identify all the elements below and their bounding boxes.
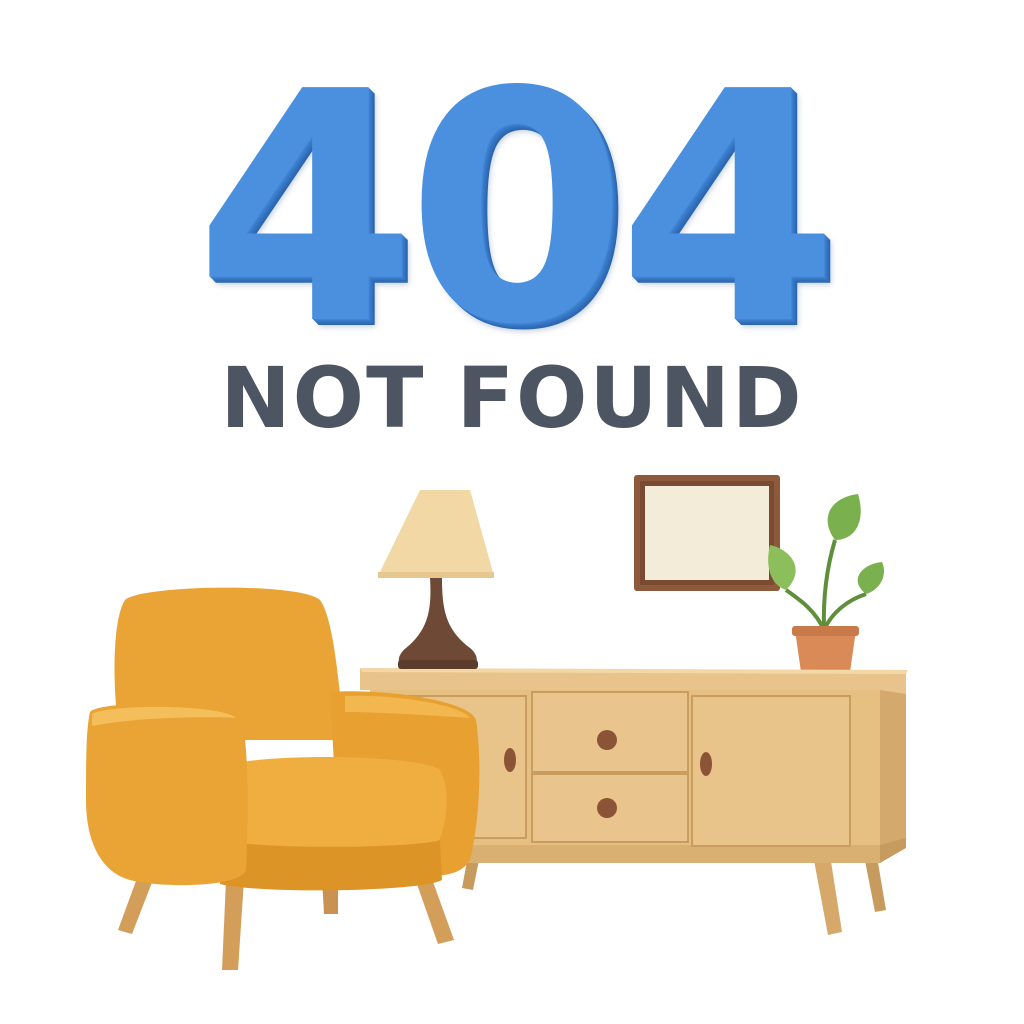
- picture-frame-icon: [634, 475, 780, 591]
- furniture-illustration: [86, 475, 908, 970]
- not-found-page: 404 NOT FOUND: [0, 0, 1024, 1024]
- table-lamp-icon: [378, 490, 494, 669]
- potted-plant-icon: [768, 494, 885, 672]
